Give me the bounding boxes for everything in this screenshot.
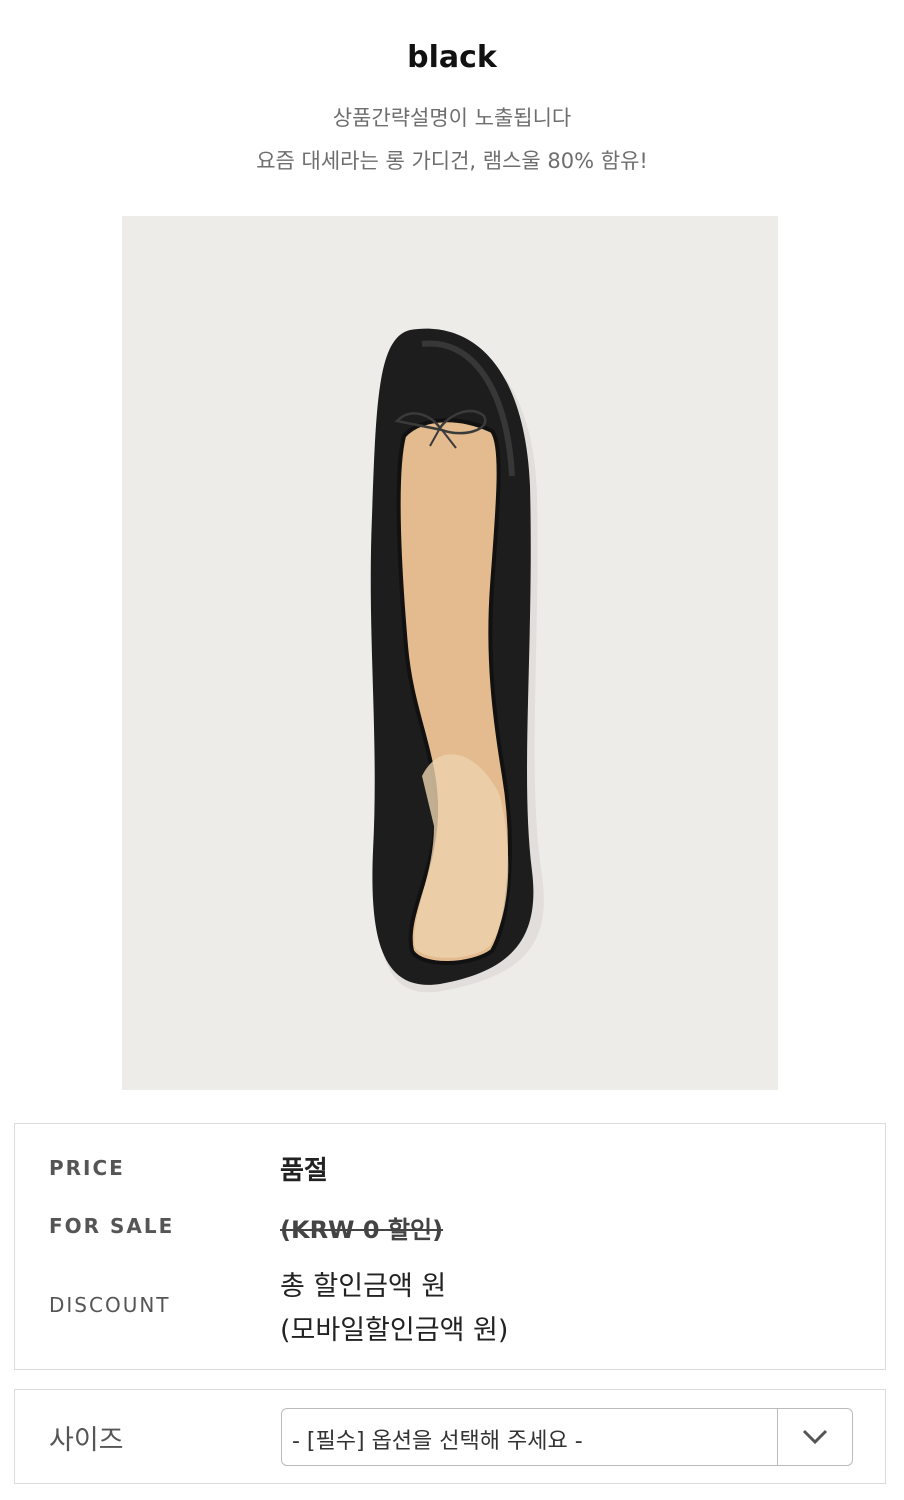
chevron-down-icon[interactable]	[777, 1409, 852, 1465]
discount-label: DISCOUNT	[49, 1293, 171, 1317]
product-summary-line-1: 상품간략설명이 노출됩니다	[332, 106, 572, 130]
price-info-panel: PRICE 품절 FOR SALE (KRW 0 할인) DISCOUNT 총 …	[14, 1123, 886, 1370]
sale-label: FOR SALE	[49, 1214, 175, 1238]
price-label: PRICE	[49, 1156, 125, 1180]
product-image	[122, 216, 778, 1090]
size-option-label: 사이즈	[49, 1425, 124, 1456]
product-title: black	[407, 40, 497, 75]
size-option-select[interactable]: - [필수] 옵션을 선택해 주세요 -	[281, 1408, 853, 1466]
size-option-selected-value: - [필수] 옵션을 선택해 주세요 -	[292, 1429, 583, 1454]
product-summary-line-2: 요즘 대세라는 롱 가디건, 램스울 80% 함유!	[256, 149, 648, 173]
discount-total: 총 할인금액 원	[280, 1271, 447, 1302]
option-panel: 사이즈 - [필수] 옵션을 선택해 주세요 -	[14, 1389, 886, 1484]
price-value: 품절	[280, 1156, 328, 1186]
sale-value: (KRW 0 할인)	[280, 1216, 444, 1244]
discount-mobile: (모바일할인금액 원)	[280, 1315, 509, 1346]
